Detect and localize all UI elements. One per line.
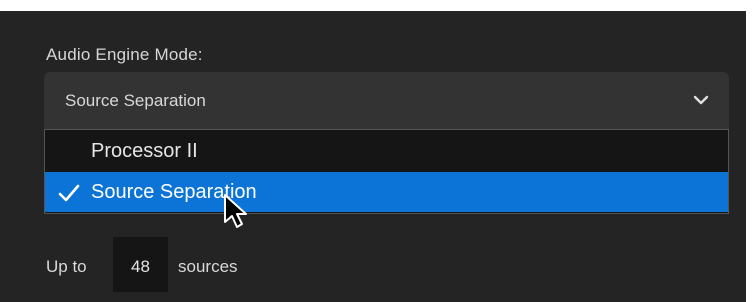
audio-engine-mode-options: Processor II Source Separation [44, 129, 729, 214]
mouse-pointer-icon [222, 193, 250, 231]
sources-suffix: sources [178, 257, 238, 276]
sources-count-value: 48 [131, 257, 150, 276]
option-source-separation[interactable]: Source Separation [45, 172, 728, 212]
window: Audio Engine Mode: Source Separation Pro… [0, 0, 753, 302]
select-current-value: Source Separation [65, 91, 206, 110]
option-label: Processor II [91, 140, 198, 162]
sources-count-field[interactable]: 48 [113, 237, 168, 292]
option-processor-ii[interactable]: Processor II [45, 131, 728, 172]
checkmark-icon [57, 181, 81, 205]
chevron-down-icon [691, 90, 711, 110]
audio-engine-mode-select[interactable]: Source Separation [44, 72, 729, 129]
audio-engine-mode-label: Audio Engine Mode: [46, 45, 203, 64]
sources-prefix: Up to [46, 257, 87, 276]
